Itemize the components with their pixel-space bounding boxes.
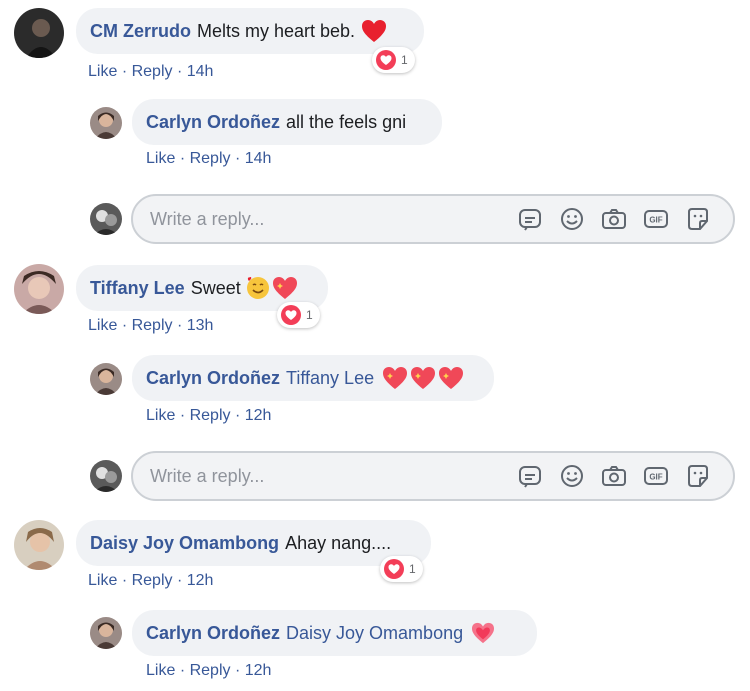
reaction-count: 1 (409, 562, 416, 576)
avatar[interactable] (14, 264, 64, 314)
separator: · (176, 572, 187, 589)
reply-mention[interactable]: Tiffany Lee (286, 368, 374, 389)
reply-bubble: Carlyn Ordoñez Daisy Joy Omambong (132, 610, 537, 656)
reply-actions: Like · Reply · 12h (146, 407, 271, 425)
reaction-count: 1 (306, 308, 313, 322)
timestamp[interactable]: 14h (187, 63, 214, 80)
love-reaction-icon (384, 559, 404, 579)
reply-text: all the feels gni (286, 111, 407, 132)
reply-author[interactable]: Carlyn Ordoñez (146, 368, 280, 389)
sticker-icon[interactable] (517, 463, 543, 489)
reply-link[interactable]: Reply (132, 317, 173, 334)
like-link[interactable]: Like (88, 63, 117, 80)
separator: · (234, 150, 245, 167)
avatar[interactable] (90, 617, 122, 649)
reply-input-placeholder: Write a reply... (150, 208, 265, 229)
reaction-count-badge[interactable]: 1 (277, 302, 320, 328)
timestamp[interactable]: 12h (245, 662, 272, 679)
comment-text: Sweet (190, 277, 241, 298)
comment-text: Melts my heart beb. (197, 20, 356, 41)
reply-author[interactable]: Carlyn Ordoñez (146, 623, 280, 644)
svg-text:GIF: GIF (649, 473, 662, 482)
separator: · (176, 63, 187, 80)
comment-author[interactable]: Daisy Joy Omambong (90, 533, 279, 554)
reaction-count-badge[interactable]: 1 (380, 556, 423, 582)
reaction-count: 1 (401, 53, 408, 67)
separator: · (121, 572, 132, 589)
separator: · (121, 317, 132, 334)
sticker-face-icon[interactable] (685, 206, 711, 232)
separator: · (176, 317, 187, 334)
comment-bubble: CM Zerrudo Melts my heart beb. (76, 8, 424, 54)
like-link[interactable]: Like (146, 150, 175, 167)
smiling-face-with-hearts-icon (246, 276, 270, 300)
separator: · (234, 662, 245, 679)
reply-bubble: Carlyn Ordoñez Tiffany Lee (132, 355, 494, 401)
comment-text: Ahay nang.... (285, 532, 392, 553)
emoji-icon[interactable] (559, 463, 585, 489)
avatar (90, 460, 122, 492)
reply-link[interactable]: Reply (132, 63, 173, 80)
reply-input[interactable]: Write a reply... GIF (131, 451, 735, 501)
separator: · (179, 407, 190, 424)
separator: · (234, 407, 245, 424)
reply-input[interactable]: Write a reply... GIF (131, 194, 735, 244)
avatar[interactable] (90, 363, 122, 395)
reply-actions: Like · Reply · 14h (146, 150, 271, 168)
sticker-face-icon[interactable] (685, 463, 711, 489)
timestamp[interactable]: 12h (245, 407, 272, 424)
reply-input-placeholder: Write a reply... (150, 465, 265, 486)
reply-actions: Like · Reply · 12h (146, 662, 271, 680)
comment-actions: Like · Reply · 14h (88, 63, 213, 81)
sparkling-heart-icon (438, 366, 464, 390)
reply-link[interactable]: Reply (190, 407, 231, 424)
sticker-icon[interactable] (517, 206, 543, 232)
reply-link[interactable]: Reply (190, 150, 231, 167)
separator: · (179, 150, 190, 167)
separator: · (121, 63, 132, 80)
avatar[interactable] (14, 520, 64, 570)
comment-actions: Like · Reply · 12h (88, 572, 213, 590)
reaction-count-badge[interactable]: 1 (372, 47, 415, 73)
comment-actions: Like · Reply · 13h (88, 317, 213, 335)
timestamp[interactable]: 14h (245, 150, 272, 167)
heart-icon (471, 622, 495, 644)
reply-link[interactable]: Reply (190, 662, 231, 679)
reply-author[interactable]: Carlyn Ordoñez (146, 112, 280, 133)
like-link[interactable]: Like (146, 662, 175, 679)
avatar[interactable] (90, 107, 122, 139)
svg-text:GIF: GIF (649, 216, 662, 225)
timestamp[interactable]: 13h (187, 317, 214, 334)
emoji-icon[interactable] (559, 206, 585, 232)
camera-icon[interactable] (601, 463, 627, 489)
camera-icon[interactable] (601, 206, 627, 232)
separator: · (179, 662, 190, 679)
sparkling-heart-icon (272, 276, 298, 300)
comment-author[interactable]: Tiffany Lee (90, 278, 185, 299)
sparkling-heart-icon (410, 366, 436, 390)
comment-bubble: Daisy Joy Omambong Ahay nang.... (76, 520, 431, 566)
like-link[interactable]: Like (88, 572, 117, 589)
comment-author[interactable]: CM Zerrudo (90, 21, 191, 42)
love-reaction-icon (281, 305, 301, 325)
like-link[interactable]: Like (146, 407, 175, 424)
sparkling-heart-icon (382, 366, 408, 390)
gif-icon[interactable]: GIF (643, 463, 669, 489)
like-link[interactable]: Like (88, 317, 117, 334)
avatar[interactable] (14, 8, 64, 58)
reply-bubble: Carlyn Ordoñez all the feels gni (132, 99, 442, 145)
avatar (90, 203, 122, 235)
gif-icon[interactable]: GIF (643, 206, 669, 232)
red-heart-emoji-icon (361, 19, 387, 43)
reply-link[interactable]: Reply (132, 572, 173, 589)
timestamp[interactable]: 12h (187, 572, 214, 589)
reply-mention[interactable]: Daisy Joy Omambong (286, 623, 463, 644)
love-reaction-icon (376, 50, 396, 70)
